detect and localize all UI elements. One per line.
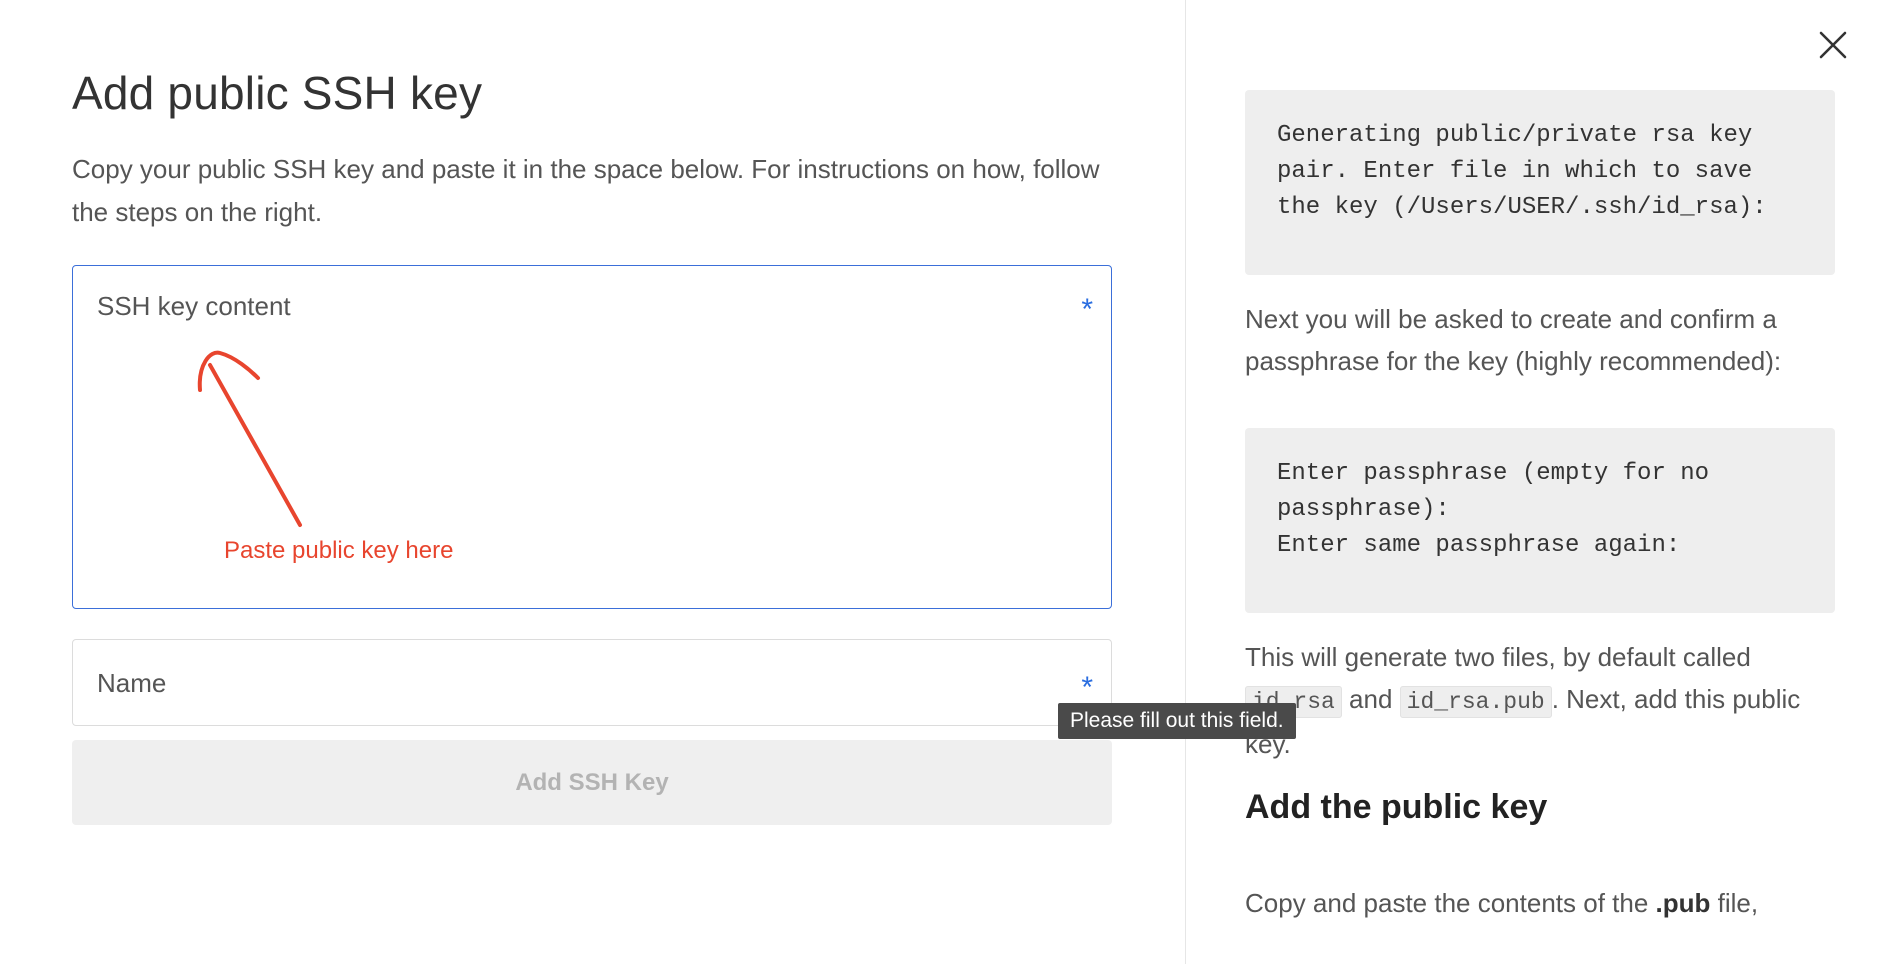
panel-divider: [1185, 0, 1186, 964]
annotation-text: Paste public key here: [224, 537, 454, 564]
copy-text-before: Copy and paste the contents of the: [1245, 888, 1656, 918]
files-text-before: This will generate two files, by default…: [1245, 642, 1751, 672]
inline-code-id-rsa-pub: id_rsa.pub: [1399, 686, 1552, 718]
files-text-middle: and: [1341, 684, 1400, 714]
copy-text-after: file,: [1710, 888, 1759, 918]
name-input[interactable]: [73, 640, 1111, 725]
instructions-paragraph-copy: Copy and paste the contents of the .pub …: [1245, 882, 1845, 924]
section-heading-add-public-key: Add the public key: [1245, 788, 1548, 826]
pub-file-extension: .pub: [1655, 888, 1711, 918]
page-title: Add public SSH key: [72, 67, 483, 119]
close-icon[interactable]: [1818, 30, 1848, 60]
name-field[interactable]: Name *: [72, 639, 1112, 726]
add-ssh-key-form-panel: Add public SSH key Copy your public SSH …: [0, 0, 1185, 964]
instructions-paragraph-passphrase: Next you will be asked to create and con…: [1245, 304, 1782, 376]
validation-tooltip: Please fill out this field.: [1058, 703, 1296, 739]
add-ssh-key-button[interactable]: Add SSH Key: [72, 740, 1112, 825]
code-block-generate: Generating public/private rsa key pair. …: [1245, 90, 1835, 275]
annotation-arrow: [197, 350, 302, 527]
code-block-passphrase: Enter passphrase (empty for no passphras…: [1245, 428, 1835, 613]
page-description: Copy your public SSH key and paste it in…: [72, 154, 1100, 227]
instructions-paragraph-files: This will generate two files, by default…: [1245, 636, 1845, 765]
